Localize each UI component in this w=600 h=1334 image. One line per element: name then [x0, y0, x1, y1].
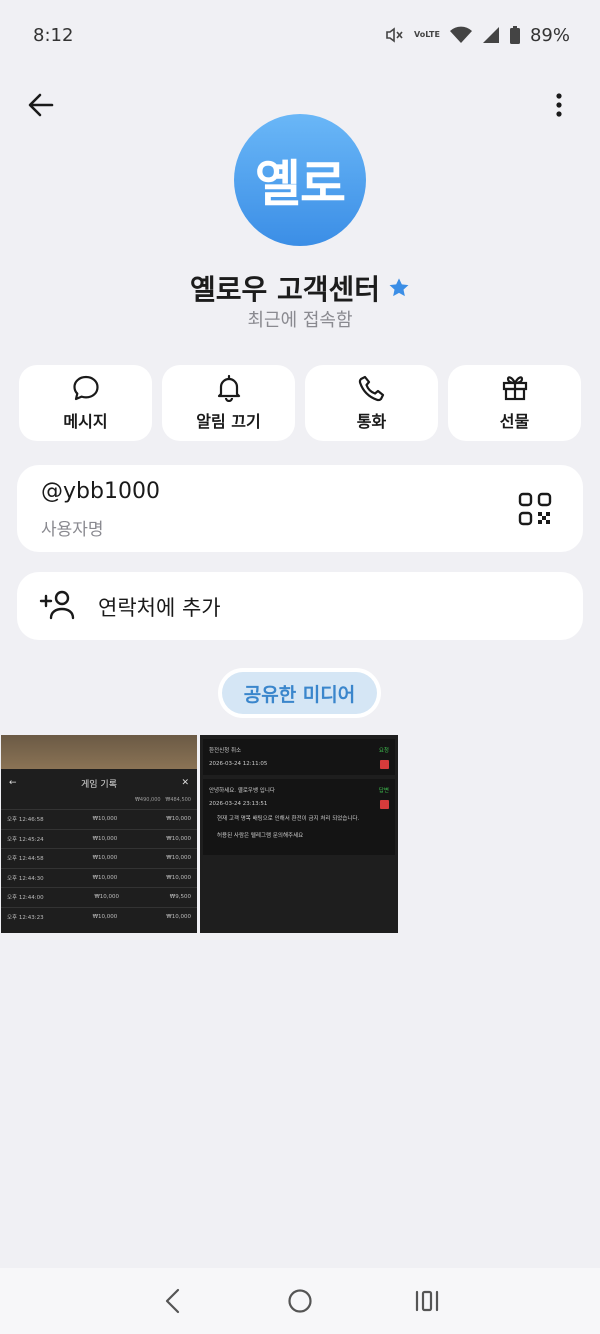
- username-card[interactable]: @ybb1000 사용자명: [17, 465, 583, 552]
- avatar[interactable]: 옐로: [234, 114, 366, 246]
- mute-button[interactable]: 알림 끄기: [162, 365, 295, 441]
- thumb-table-row: 오후 12:45:24 ₩10,000 ₩10,000: [1, 828, 197, 849]
- mute-icon: [384, 25, 404, 45]
- nav-back-button[interactable]: [153, 1281, 193, 1321]
- arrow-left-icon: [28, 93, 54, 117]
- action-buttons: 메시지 알림 끄기 통화 선물: [19, 365, 581, 441]
- nav-home-button[interactable]: [280, 1281, 320, 1321]
- thumb-title: 게임 기록: [81, 779, 117, 790]
- call-button[interactable]: 통화: [305, 365, 438, 441]
- recents-icon: [415, 1290, 438, 1312]
- phone-icon: [358, 375, 384, 402]
- back-button[interactable]: [22, 86, 60, 124]
- system-nav-bar: [0, 1268, 600, 1334]
- username-value: @ybb1000: [41, 479, 160, 504]
- thumb-table-cell: ₩10,000: [94, 894, 120, 901]
- bell-icon: [217, 374, 240, 402]
- add-person-icon: [39, 590, 75, 624]
- media-thumbnail-1[interactable]: ← 게임 기록 ✕ ₩490,000 ₩484,500 오후 12:46:58 ₩…: [1, 735, 197, 933]
- nav-recents-button[interactable]: [407, 1281, 447, 1321]
- thumb2-block-1: 환전신청 취소 요청 2026-03-24 12:11:05: [203, 739, 395, 775]
- thumb2-date-1: 2026-03-24 12:11:05: [209, 761, 268, 767]
- status-time: 8:12: [33, 24, 74, 46]
- thumb-table-cell: ₩10,000: [166, 874, 191, 881]
- thumb-table-cell: ₩10,000: [166, 855, 191, 862]
- battery-icon: [509, 26, 520, 44]
- username-label: 사용자명: [41, 520, 104, 540]
- chat-bubble-icon: [72, 375, 99, 401]
- status-icons: Vo LTE 89%: [384, 25, 570, 46]
- thumb-table-cell: ₩10,000: [92, 835, 118, 842]
- add-contact-label: 연락처에 추가: [98, 596, 221, 620]
- battery-percent: 89%: [529, 24, 570, 46]
- shared-media-tab-wrap: 공유한 미디어: [218, 668, 381, 718]
- thumb-table-row: 오후 12:44:58 ₩10,000 ₩10,000: [1, 848, 197, 868]
- thumb-summary-row: ₩490,000 ₩484,500: [134, 797, 191, 803]
- thumb-table-row: 오후 12:43:23 ₩10,000 ₩10,000: [1, 906, 197, 927]
- mute-label: 알림 끄기: [196, 412, 261, 431]
- thumb-table-cell: 오후 12:44:58: [7, 856, 44, 863]
- gift-label: 선물: [499, 412, 530, 431]
- thumb-table-cell: 오후 12:45:24: [7, 836, 44, 843]
- thumb-table-cell: 오후 12:46:58: [7, 817, 44, 824]
- thumb2-date-2: 2026-03-24 23:13:51: [209, 801, 268, 807]
- message-label: 메시지: [63, 412, 108, 431]
- media-thumbnail-2[interactable]: 환전신청 취소 요청 2026-03-24 12:11:05 안녕하세요. 옐로우…: [200, 735, 398, 933]
- signal-icon: [482, 26, 500, 44]
- profile-name-row: 옐로우 고객센터: [0, 268, 600, 308]
- home-circle-icon: [288, 1289, 312, 1313]
- more-options-button[interactable]: [540, 86, 578, 124]
- thumb-close-icon: ✕: [181, 778, 189, 788]
- qr-code-icon: [518, 492, 552, 526]
- thumb-table-row: 오후 12:46:58 ₩10,000 ₩10,000: [1, 809, 197, 829]
- thumbnail-header-strip: [1, 735, 197, 769]
- thumbnail-title-bar: ← 게임 기록 ✕: [1, 769, 197, 797]
- thumb-table-cell: ₩10,000: [92, 816, 118, 823]
- thumb-table-cell: 오후 12:44:30: [7, 875, 44, 882]
- call-label: 통화: [356, 412, 387, 431]
- more-vertical-icon: [556, 93, 562, 117]
- message-button[interactable]: 메시지: [19, 365, 152, 441]
- shared-media-tab[interactable]: 공유한 미디어: [222, 672, 377, 714]
- thumb-table-cell: ₩9,500: [169, 894, 191, 901]
- profile-name: 옐로우 고객센터: [189, 273, 381, 306]
- thumb-table-cell: 오후 12:44:00: [7, 895, 44, 902]
- thumb-table-row: 오후 12:44:00 ₩10,000 ₩9,500: [1, 887, 197, 907]
- thumb-rows: 오후 12:46:58 ₩10,000 ₩10,000 오후 12:45:24 ₩10,…: [1, 809, 197, 926]
- thumb-back-icon: ←: [9, 778, 17, 788]
- last-seen-status: 최근에 접속함: [247, 310, 353, 331]
- thumb-table-cell: ₩10,000: [92, 913, 118, 920]
- thumb-table-row: 오후 12:44:30 ₩10,000 ₩10,000: [1, 867, 197, 888]
- thumb-table-cell: 오후 12:43:23: [7, 914, 44, 921]
- add-contact-button[interactable]: 연락처에 추가: [17, 572, 583, 640]
- wifi-icon: [449, 26, 472, 44]
- thumb-table-cell: ₩10,000: [92, 855, 118, 862]
- chevron-left-icon: [166, 1288, 180, 1314]
- thumb-table-cell: ₩10,000: [166, 835, 191, 842]
- thumb-table-cell: ₩10,000: [166, 913, 191, 920]
- thumb2-block-2: 안녕하세요. 옐로우뱅 입니다 답변 2026-03-24 23:13:51 현재…: [203, 779, 395, 855]
- volte-icon: Vo LTE: [414, 30, 440, 39]
- thumb-table-cell: ₩10,000: [166, 816, 191, 823]
- thumb-table-cell: ₩10,000: [92, 874, 118, 881]
- star-icon: [388, 277, 410, 299]
- gift-button[interactable]: 선물: [448, 365, 581, 441]
- gift-icon: [502, 376, 527, 401]
- status-bar: 8:12 Vo LTE 89%: [0, 0, 600, 70]
- qr-code-button[interactable]: [517, 491, 553, 527]
